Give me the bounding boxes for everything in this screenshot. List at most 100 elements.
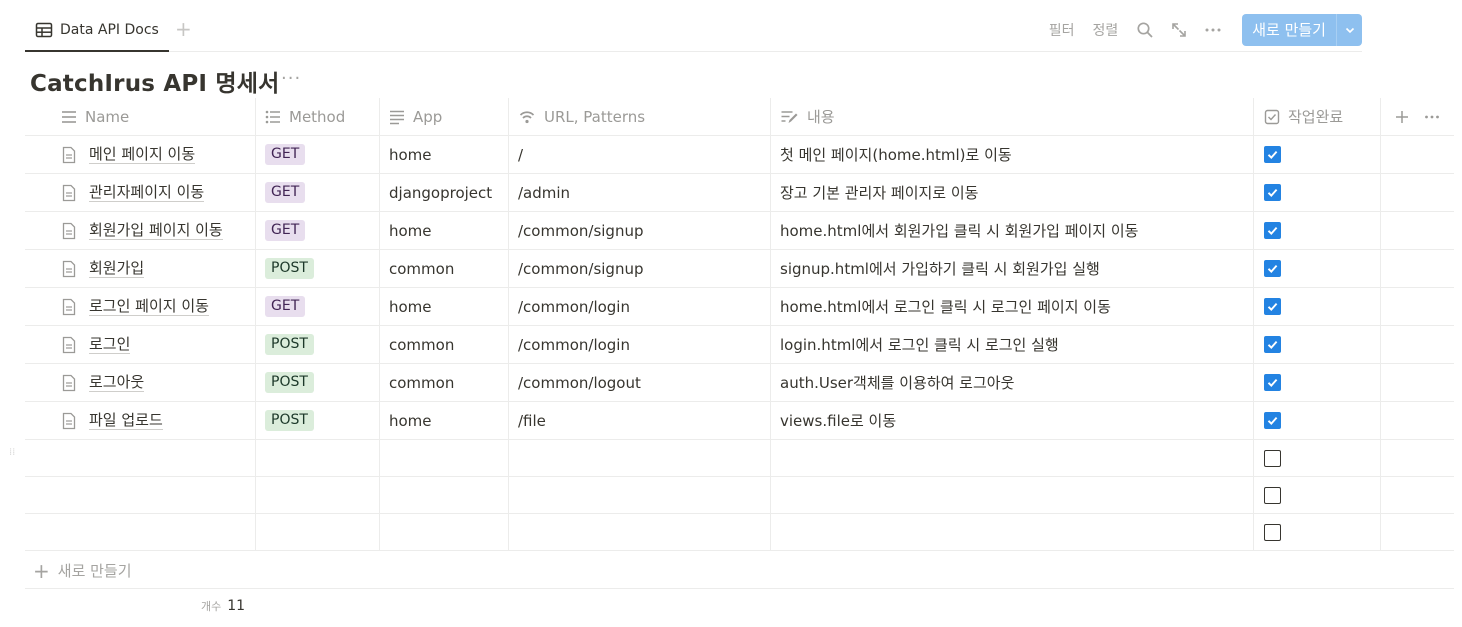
row-title[interactable]: 회원가입 페이지 이동 — [89, 221, 223, 240]
cell-app[interactable]: common — [380, 364, 509, 401]
cell-name[interactable]: 파일 업로드 — [25, 402, 256, 439]
cell-url[interactable] — [509, 477, 771, 513]
table-row[interactable]: 관리자페이지 이동 GET djangoproject/admin 장고 기본 관리자… — [25, 174, 1454, 212]
page-title[interactable]: CatchIrus API 명세서 — [30, 64, 279, 98]
cell-app[interactable]: home — [380, 288, 509, 325]
cell-name[interactable]: 회원가입 — [25, 250, 256, 287]
checkbox-checked[interactable] — [1264, 298, 1281, 315]
row-title[interactable]: 관리자페이지 이동 — [89, 183, 205, 202]
new-button[interactable]: 새로 만들기 — [1242, 14, 1336, 46]
expand-icon[interactable] — [1170, 21, 1188, 39]
checkbox-checked[interactable] — [1264, 184, 1281, 201]
column-header-method[interactable]: Method — [256, 98, 380, 135]
checkbox-checked[interactable] — [1264, 260, 1281, 277]
column-header-done[interactable]: 작업완료 — [1254, 98, 1381, 135]
cell-method[interactable]: GET — [256, 174, 380, 211]
cell-desc[interactable]: signup.html에서 가입하기 클릭 시 회원가입 실행 — [771, 250, 1254, 287]
cell-desc[interactable] — [771, 514, 1254, 550]
checkbox-checked[interactable] — [1264, 374, 1281, 391]
title-more-icon[interactable]: ··· — [281, 68, 301, 89]
cell-method[interactable] — [256, 440, 380, 476]
table-row[interactable]: 회원가입 페이지 이동 GET home/common/signup home.htm… — [25, 212, 1454, 250]
checkbox-checked[interactable] — [1264, 336, 1281, 353]
sort-button[interactable]: 정렬 — [1092, 20, 1118, 40]
cell-url[interactable]: /common/login — [509, 326, 771, 363]
view-tab-data-api-docs[interactable]: Data API Docs — [25, 12, 169, 52]
cell-name[interactable]: 관리자페이지 이동 — [25, 174, 256, 211]
add-column-icon[interactable] — [1395, 110, 1409, 124]
row-title[interactable]: 로그아웃 — [89, 373, 145, 392]
cell-method[interactable]: GET — [256, 288, 380, 325]
cell-desc[interactable]: home.html에서 회원가입 클릭 시 회원가입 페이지 이동 — [771, 212, 1254, 249]
checkbox-checked[interactable] — [1264, 222, 1281, 239]
cell-app[interactable] — [380, 514, 509, 550]
cell-name[interactable]: 메인 페이지 이동 — [25, 136, 256, 173]
cell-name[interactable]: 로그인 — [25, 326, 256, 363]
cell-app[interactable]: home — [380, 136, 509, 173]
cell-method[interactable]: POST — [256, 402, 380, 439]
add-row-button[interactable]: + 새로 만들기 — [25, 553, 1454, 589]
column-header-url[interactable]: URL, Patterns — [509, 98, 771, 135]
cell-url[interactable]: / — [509, 136, 771, 173]
cell-desc[interactable]: home.html에서 로그인 클릭 시 로그인 페이지 이동 — [771, 288, 1254, 325]
cell-url[interactable]: /common/signup — [509, 250, 771, 287]
cell-name[interactable] — [25, 514, 256, 550]
search-icon[interactable] — [1136, 21, 1154, 39]
row-title[interactable]: 로그인 — [89, 335, 131, 354]
cell-method[interactable] — [256, 514, 380, 550]
cell-desc[interactable]: auth.User객체를 이용하여 로그아웃 — [771, 364, 1254, 401]
table-row[interactable]: 로그아웃 POST common/common/logout auth.User객체를… — [25, 364, 1454, 402]
cell-url[interactable]: /common/login — [509, 288, 771, 325]
checkbox-checked[interactable] — [1264, 412, 1281, 429]
more-icon[interactable] — [1424, 110, 1440, 124]
table-row[interactable] — [25, 514, 1454, 551]
cell-method[interactable]: GET — [256, 212, 380, 249]
cell-app[interactable]: home — [380, 212, 509, 249]
cell-name[interactable]: 회원가입 페이지 이동 — [25, 212, 256, 249]
new-button-dropdown[interactable] — [1336, 14, 1362, 46]
cell-desc[interactable] — [771, 477, 1254, 513]
cell-desc[interactable]: 장고 기본 관리자 페이지로 이동 — [771, 174, 1254, 211]
cell-name[interactable] — [25, 477, 256, 513]
table-row[interactable] — [25, 477, 1454, 514]
cell-method[interactable] — [256, 477, 380, 513]
cell-app[interactable]: djangoproject — [380, 174, 509, 211]
checkbox-unchecked[interactable] — [1264, 486, 1281, 504]
cell-url[interactable]: /file — [509, 402, 771, 439]
cell-desc[interactable]: views.file로 이동 — [771, 402, 1254, 439]
table-row[interactable] — [25, 440, 1454, 477]
cell-url[interactable]: /common/logout — [509, 364, 771, 401]
filter-button[interactable]: 필터 — [1049, 20, 1075, 40]
cell-url[interactable] — [509, 440, 771, 476]
column-header-name[interactable]: Name — [25, 98, 256, 135]
column-header-desc[interactable]: 내용 — [771, 98, 1254, 135]
cell-app[interactable] — [380, 477, 509, 513]
table-row[interactable]: 메인 페이지 이동 GET home / 첫 메인 페이지(home.html)로 이동 — [25, 136, 1454, 174]
table-row[interactable]: 회원가입 POST common/common/signup signup.html에… — [25, 250, 1454, 288]
column-header-app[interactable]: App — [380, 98, 509, 135]
cell-method[interactable]: POST — [256, 250, 380, 287]
drag-handle-icon[interactable]: ⁞⁞ — [9, 448, 15, 458]
cell-method[interactable]: GET — [256, 136, 380, 173]
cell-desc[interactable]: 첫 메인 페이지(home.html)로 이동 — [771, 136, 1254, 173]
cell-app[interactable]: home — [380, 402, 509, 439]
more-icon[interactable] — [1204, 21, 1222, 39]
cell-name[interactable]: 로그아웃 — [25, 364, 256, 401]
cell-app[interactable] — [380, 440, 509, 476]
cell-desc[interactable] — [771, 440, 1254, 476]
cell-desc[interactable]: login.html에서 로그인 클릭 시 로그인 실행 — [771, 326, 1254, 363]
cell-method[interactable]: POST — [256, 364, 380, 401]
cell-name[interactable] — [25, 440, 256, 476]
add-view-button[interactable]: + — [175, 18, 192, 40]
cell-url[interactable]: /common/signup — [509, 212, 771, 249]
row-count[interactable]: 개수 11 — [201, 598, 245, 614]
cell-url[interactable]: /admin — [509, 174, 771, 211]
row-title[interactable]: 회원가입 — [89, 259, 145, 278]
checkbox-checked[interactable] — [1264, 146, 1281, 163]
row-title[interactable]: 메인 페이지 이동 — [89, 145, 196, 164]
row-title[interactable]: 로그인 페이지 이동 — [89, 297, 209, 316]
table-row[interactable]: 로그인 페이지 이동 GET home/common/login home.html에… — [25, 288, 1454, 326]
cell-url[interactable] — [509, 514, 771, 550]
cell-app[interactable]: common — [380, 326, 509, 363]
table-row[interactable]: 파일 업로드 POST home/file views.file로 이동 — [25, 402, 1454, 440]
